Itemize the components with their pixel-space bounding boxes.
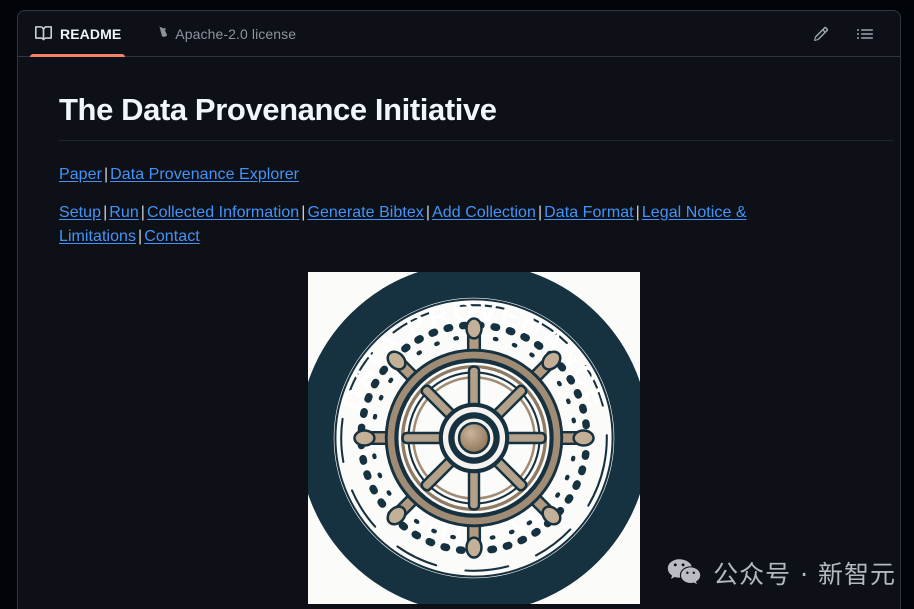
link-separator: | xyxy=(635,203,640,221)
tab-readme[interactable]: README xyxy=(20,11,135,57)
link-run[interactable]: Run xyxy=(109,204,139,221)
link-row-primary: Paper | Data Provenance Explorer xyxy=(59,163,860,188)
link-separator: | xyxy=(537,203,543,221)
tab-license[interactable]: Apache-2.0 license xyxy=(135,11,310,56)
link-row-secondary: Setup | Run | Collected Information | Generate… xyxy=(59,201,860,251)
link-separator: | xyxy=(140,203,146,221)
link-generate-bibtex[interactable]: Generate Bibtex xyxy=(307,204,423,221)
link-separator: | xyxy=(103,165,109,183)
page-title: The Data Provenance Initiative xyxy=(59,92,497,127)
link-separator: | xyxy=(425,203,431,221)
readme-content: The Data Provenance Initiative Paper | Dat… xyxy=(18,57,900,605)
outline-list-icon[interactable] xyxy=(852,21,878,47)
tab-license-label: Apache-2.0 license xyxy=(175,25,297,42)
link-contact[interactable]: Contact xyxy=(144,228,200,245)
readme-panel: README Apache-2.0 license The Data Prove… xyxy=(17,10,901,609)
file-tab-list: README Apache-2.0 license xyxy=(18,11,808,57)
file-header-actions xyxy=(808,21,886,47)
link-collected-information[interactable]: Collected Information xyxy=(147,204,299,221)
title-divider xyxy=(59,139,893,141)
logo-container: DATA PROVENANCE INITIATIVE xyxy=(59,272,860,605)
link-setup[interactable]: Setup xyxy=(59,204,101,221)
book-icon xyxy=(34,25,52,43)
edit-pencil-icon[interactable] xyxy=(808,21,834,47)
tab-readme-label: README xyxy=(60,25,122,42)
link-add-collection[interactable]: Add Collection xyxy=(432,204,536,221)
link-data-format[interactable]: Data Format xyxy=(544,204,633,221)
file-header-toolbar: README Apache-2.0 license xyxy=(18,11,900,57)
law-scales-icon xyxy=(149,25,167,43)
link-paper[interactable]: Paper xyxy=(59,166,102,183)
data-provenance-logo: DATA PROVENANCE INITIATIVE xyxy=(308,272,640,605)
link-data-provenance-explorer[interactable]: Data Provenance Explorer xyxy=(110,166,299,183)
